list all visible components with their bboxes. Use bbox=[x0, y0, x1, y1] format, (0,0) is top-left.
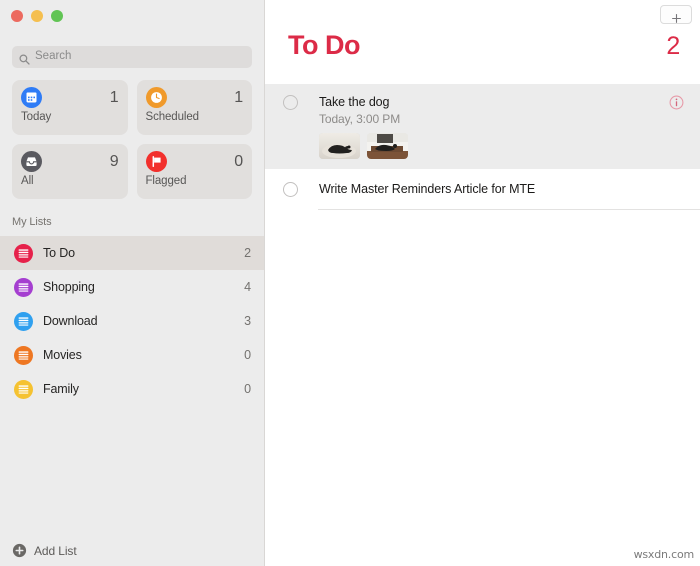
watermark: wsxdn.com bbox=[633, 548, 695, 561]
add-list-label: Add List bbox=[34, 543, 77, 558]
smart-list-count: 0 bbox=[234, 152, 243, 170]
card-top-row: 1 bbox=[145, 87, 243, 108]
list-bullet-icon bbox=[14, 243, 33, 263]
reminder-title: Take the dog bbox=[319, 95, 390, 109]
reminder-due-date: Today, 3:00 PM bbox=[319, 112, 401, 127]
page-title: To Do bbox=[288, 30, 360, 60]
plus-circle-icon bbox=[12, 543, 27, 558]
dog-lying-photo[interactable] bbox=[319, 133, 360, 160]
smart-list-label: Today bbox=[21, 111, 52, 123]
sidebar-item-download[interactable]: Download 3 bbox=[0, 304, 264, 338]
sidebar-item-to-do[interactable]: To Do 2 bbox=[0, 236, 264, 270]
flag-icon bbox=[145, 151, 167, 172]
list-name: Download bbox=[43, 314, 98, 328]
search-input[interactable]: Search bbox=[12, 46, 252, 68]
list-count: 0 bbox=[244, 348, 251, 362]
list-name: Family bbox=[43, 382, 79, 396]
info-circle-icon[interactable] bbox=[669, 95, 684, 110]
reminder-total-count: 2 bbox=[666, 32, 680, 60]
smart-list-count: 9 bbox=[109, 152, 119, 170]
smart-list-count: 1 bbox=[234, 88, 243, 106]
sidebar-item-movies[interactable]: Movies 0 bbox=[0, 338, 264, 372]
list-count: 2 bbox=[244, 246, 251, 260]
zoom-button[interactable] bbox=[51, 10, 63, 22]
smart-list-label: All bbox=[21, 175, 34, 187]
list-bullet-icon bbox=[14, 379, 33, 399]
list-name: Movies bbox=[43, 348, 82, 362]
reminder-title: Write Master Reminders Article for MTE bbox=[319, 182, 536, 197]
smart-list-flagged[interactable]: 0 Flagged bbox=[136, 144, 252, 199]
reminder-content: Write Master Reminders Article for MTE bbox=[319, 181, 700, 208]
card-top-row: 9 bbox=[21, 151, 119, 172]
smart-list-label: Flagged bbox=[145, 175, 187, 187]
smart-list-all[interactable]: 9 All bbox=[12, 144, 128, 199]
reminder-checkbox[interactable] bbox=[283, 95, 298, 110]
list-bullet-icon bbox=[14, 277, 33, 297]
sidebar-item-shopping[interactable]: Shopping 4 bbox=[0, 270, 264, 304]
reminder-row[interactable]: Write Master Reminders Article for MTE bbox=[265, 169, 700, 208]
smart-list-count: 1 bbox=[109, 88, 119, 106]
reminders-window: Search 1 Today 1 Scheduled 9 All 0 Flagg… bbox=[0, 0, 700, 566]
calendar-icon bbox=[21, 87, 42, 108]
search-icon bbox=[19, 52, 30, 65]
dog-on-couch-photo[interactable] bbox=[367, 133, 408, 160]
smart-list-scheduled[interactable]: 1 Scheduled bbox=[136, 80, 252, 135]
add-list-button[interactable]: Add List bbox=[12, 543, 77, 558]
add-reminder-button[interactable] bbox=[660, 5, 692, 24]
sidebar: Search 1 Today 1 Scheduled 9 All 0 Flagg… bbox=[0, 0, 265, 566]
reminder-content: Take the dog Today, 3:00 PM bbox=[319, 94, 700, 169]
list-count: 0 bbox=[244, 382, 251, 396]
card-top-row: 0 bbox=[145, 151, 243, 172]
window-traffic-lights bbox=[11, 10, 63, 22]
sidebar-item-family[interactable]: Family 0 bbox=[0, 372, 264, 406]
minimize-button[interactable] bbox=[31, 10, 43, 22]
smart-list-today[interactable]: 1 Today bbox=[12, 80, 128, 135]
user-lists: To Do 2 Shopping 4 Download 3 Movies 0 F… bbox=[0, 236, 264, 406]
list-count: 4 bbox=[244, 280, 251, 294]
reminders-list: Take the dog Today, 3:00 PM Write Master… bbox=[265, 84, 700, 210]
list-bullet-icon bbox=[14, 311, 33, 331]
smart-list-label: Scheduled bbox=[145, 111, 200, 123]
plus-icon bbox=[671, 10, 681, 23]
list-name: To Do bbox=[43, 246, 75, 260]
search-container: Search bbox=[12, 46, 252, 68]
smart-lists-grid: 1 Today 1 Scheduled 9 All 0 Flagged bbox=[12, 80, 252, 199]
close-button[interactable] bbox=[11, 10, 23, 22]
card-top-row: 1 bbox=[21, 87, 119, 108]
content-pane: To Do 2 Take the dog Today, 3:00 PM Writ… bbox=[265, 0, 700, 566]
row-divider bbox=[318, 208, 700, 210]
clock-icon bbox=[145, 87, 167, 108]
list-name: Shopping bbox=[43, 280, 95, 294]
search-placeholder: Search bbox=[35, 50, 72, 63]
list-count: 3 bbox=[244, 314, 251, 328]
reminder-attachments bbox=[319, 133, 700, 160]
inbox-icon bbox=[21, 151, 42, 172]
reminder-checkbox[interactable] bbox=[283, 182, 298, 198]
content-header: To Do 2 bbox=[288, 32, 680, 59]
list-bullet-icon bbox=[14, 345, 33, 365]
reminder-row[interactable]: Take the dog Today, 3:00 PM bbox=[265, 84, 700, 170]
my-lists-header: My Lists bbox=[12, 216, 52, 228]
